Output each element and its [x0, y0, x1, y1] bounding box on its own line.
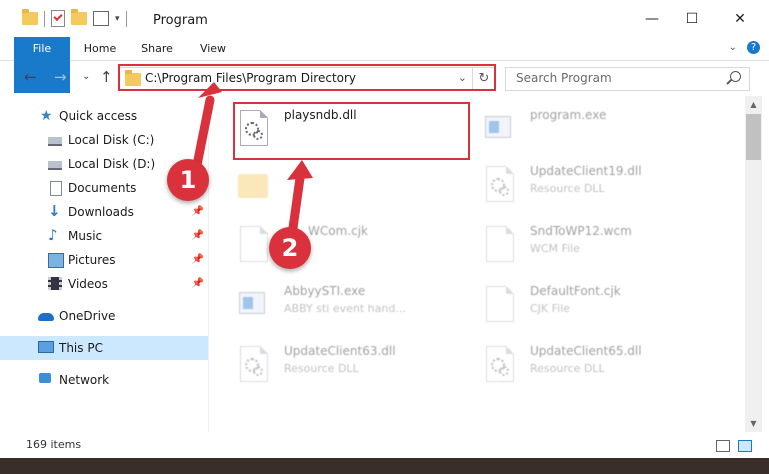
annotation-arrows	[191, 82, 313, 240]
arrow-1	[191, 95, 215, 175]
step-badge-1: 1	[167, 159, 209, 201]
arrow-2-head	[287, 160, 313, 180]
explorer-window: ▾ Program — ☐ ✕ File Home Share View ⌄ ?…	[0, 0, 769, 474]
step-badge-2: 2	[269, 227, 311, 269]
